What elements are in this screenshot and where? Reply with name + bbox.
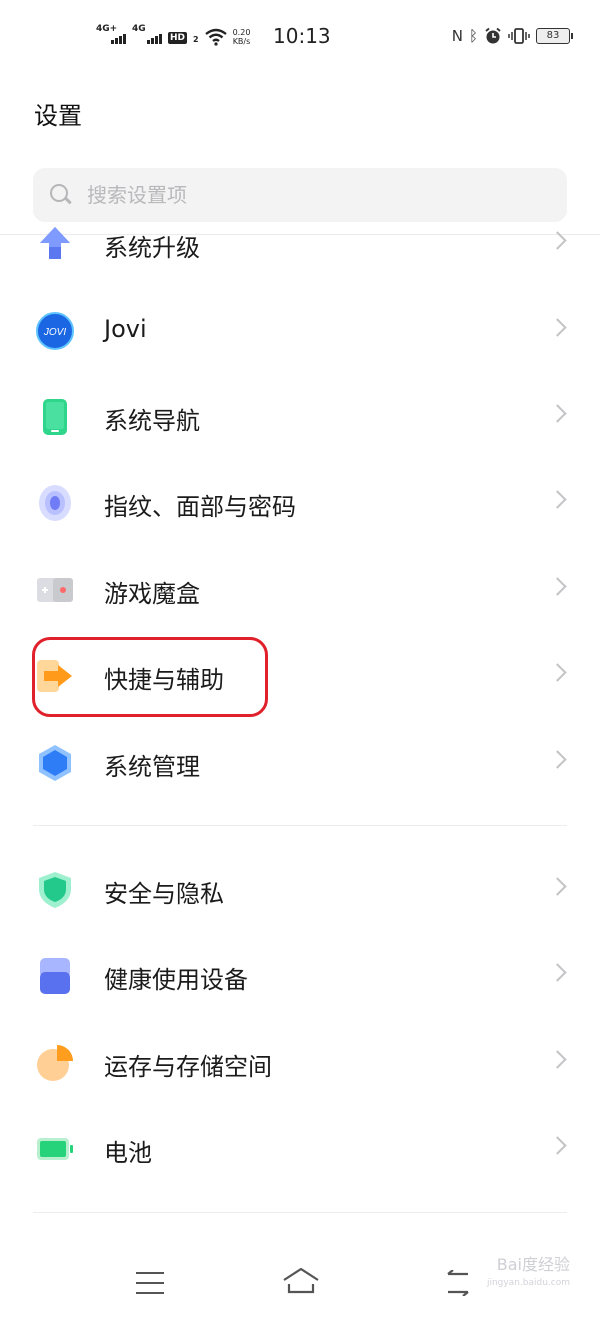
battery-indicator: 83 bbox=[536, 28, 573, 44]
wifi-icon bbox=[204, 28, 227, 46]
network-speed-value: 0.20 bbox=[232, 28, 251, 37]
settings-item-label: 系统升级 bbox=[104, 234, 200, 262]
settings-item[interactable]: 系统导航 bbox=[0, 373, 600, 459]
status-left-group: 4G+ 4G HD 2 0.20 KB/s bbox=[96, 24, 250, 46]
chevron-right-icon bbox=[548, 963, 567, 982]
chevron-right-icon bbox=[548, 1136, 567, 1155]
search-icon bbox=[49, 183, 73, 207]
vibrate-icon bbox=[508, 28, 530, 44]
settings-item[interactable]: 电池 bbox=[0, 1105, 600, 1191]
chevron-right-icon bbox=[548, 490, 567, 509]
game-box-icon bbox=[36, 571, 74, 609]
sim1-network-type: 4G+ bbox=[96, 24, 118, 34]
sim2-network-type: 4G bbox=[132, 24, 146, 34]
watermark: Bai度经验 jingyan.baidu.com bbox=[487, 1256, 570, 1292]
settings-item[interactable]: 指纹、面部与密码 bbox=[0, 459, 600, 545]
settings-item[interactable]: JOVI Jovi bbox=[0, 287, 600, 373]
settings-item-label: 系统管理 bbox=[104, 753, 200, 781]
settings-item-label: Jovi bbox=[104, 315, 147, 343]
chevron-right-icon bbox=[548, 877, 567, 896]
settings-item[interactable]: 游戏魔盒 bbox=[0, 546, 600, 632]
bluetooth-icon: ᛒ bbox=[468, 27, 478, 45]
settings-item[interactable]: 运存与存储空间 bbox=[0, 1019, 600, 1105]
settings-item-label: 指纹、面部与密码 bbox=[104, 493, 296, 521]
nfc-icon: N bbox=[451, 27, 463, 45]
watermark-brand: Bai度经验 bbox=[496, 1255, 570, 1274]
settings-item[interactable]: 系统管理 bbox=[0, 719, 600, 805]
settings-item-label: 安全与隐私 bbox=[104, 880, 224, 908]
status-time: 10:13 bbox=[273, 24, 331, 48]
sim1-signal-icon: 4G+ bbox=[96, 24, 126, 46]
settings-item-label: 游戏魔盒 bbox=[104, 580, 200, 608]
chevron-right-icon bbox=[548, 231, 567, 250]
chevron-right-icon bbox=[548, 318, 567, 337]
security-shield-icon bbox=[36, 871, 74, 909]
healthy-usage-icon bbox=[36, 957, 74, 995]
settings-item-label: 运存与存储空间 bbox=[104, 1053, 272, 1081]
settings-item-label: 健康使用设备 bbox=[104, 966, 248, 994]
chevron-right-icon bbox=[548, 404, 567, 423]
search-input[interactable] bbox=[87, 183, 507, 207]
svg-text:JOVI: JOVI bbox=[43, 327, 66, 338]
chevron-right-icon bbox=[548, 750, 567, 769]
search-bar[interactable] bbox=[33, 168, 567, 222]
storage-pie-icon bbox=[36, 1044, 74, 1082]
system-navigation-icon bbox=[36, 398, 74, 436]
hd-sim-number: 2 bbox=[193, 35, 199, 44]
jovi-icon: JOVI bbox=[36, 312, 74, 350]
menu-icon[interactable] bbox=[136, 1272, 164, 1294]
alarm-icon bbox=[485, 27, 501, 44]
network-speed: 0.20 KB/s bbox=[233, 28, 251, 46]
watermark-url: jingyan.baidu.com bbox=[486, 1278, 570, 1288]
settings-item[interactable]: 安全与隐私 bbox=[0, 846, 600, 932]
status-right-group: N ᛒ 83 bbox=[451, 26, 573, 46]
chevron-right-icon bbox=[548, 577, 567, 596]
chevron-right-icon bbox=[548, 1050, 567, 1069]
settings-item-label: 系统导航 bbox=[104, 407, 200, 435]
hd-voice-badge: HD bbox=[168, 32, 188, 44]
highlight-annotation bbox=[32, 637, 268, 717]
status-bar: 4G+ 4G HD 2 0.20 KB/s 10:13 N ᛒ 83 bbox=[0, 0, 600, 72]
back-icon[interactable] bbox=[444, 1270, 472, 1296]
settings-item-label: 电池 bbox=[104, 1139, 152, 1167]
fingerprint-icon bbox=[36, 484, 74, 522]
system-upgrade-icon bbox=[36, 225, 74, 263]
section-divider bbox=[33, 825, 567, 826]
home-icon[interactable] bbox=[282, 1266, 320, 1296]
system-management-icon bbox=[36, 744, 74, 782]
page-title: 设置 bbox=[34, 102, 82, 130]
chevron-right-icon bbox=[548, 663, 567, 682]
network-speed-unit: KB/s bbox=[232, 37, 251, 46]
sim2-signal-icon: 4G bbox=[132, 24, 162, 46]
bottom-divider bbox=[33, 1212, 567, 1213]
settings-item[interactable]: 健康使用设备 bbox=[0, 932, 600, 1018]
battery-icon bbox=[36, 1130, 74, 1168]
